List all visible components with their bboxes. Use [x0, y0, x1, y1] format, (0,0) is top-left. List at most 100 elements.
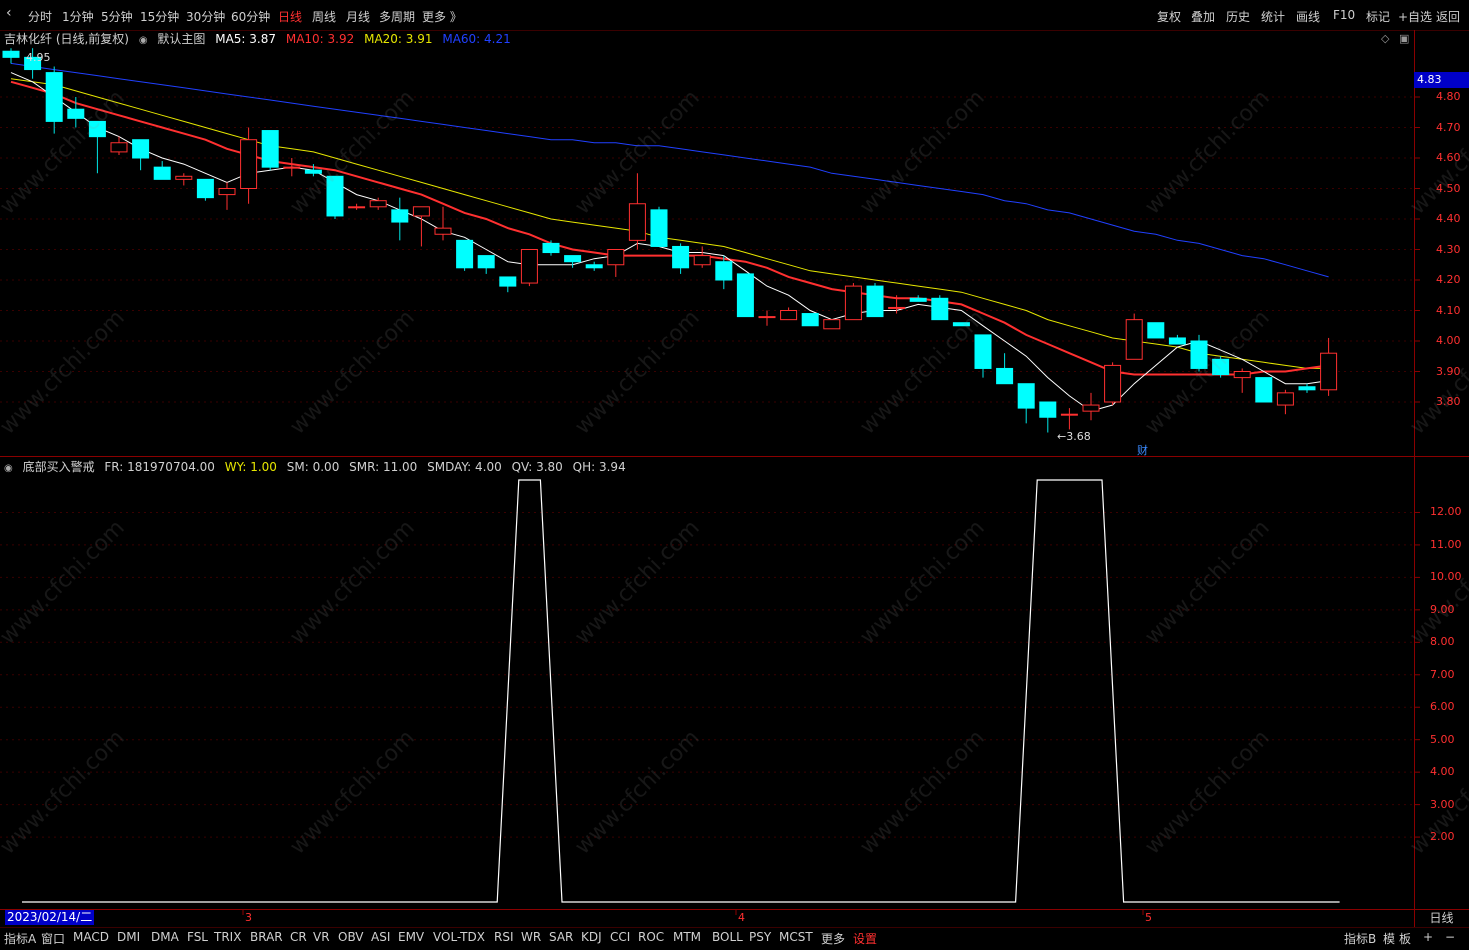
price-axis-label: 4.60 — [1436, 151, 1461, 164]
kline-chart[interactable] — [0, 0, 1469, 949]
indicator-axis-label: 9.00 — [1430, 602, 1455, 616]
bottom-right-control[interactable]: 模 — [1383, 930, 1395, 947]
indicator-sm: SM: 0.00 — [286, 460, 340, 474]
indicator-tab[interactable]: DMA — [151, 930, 179, 944]
candle-body — [369, 200, 387, 208]
indicator-tab[interactable]: ASI — [371, 930, 390, 944]
indicator-tab[interactable]: VOL-TDX — [433, 930, 485, 944]
candle-body — [434, 227, 452, 235]
indicator-tab[interactable]: VR — [313, 930, 330, 944]
price-axis-label: 4.30 — [1436, 242, 1461, 256]
price-axis-label: 3.90 — [1436, 364, 1461, 378]
ma60-value: MA60: 4.21 — [442, 32, 511, 46]
candle-body — [952, 322, 970, 327]
candle-body — [628, 203, 646, 241]
indicator-tab[interactable]: DMI — [117, 930, 140, 944]
candle-body — [1320, 352, 1338, 391]
finance-marker[interactable]: 财 — [1137, 442, 1148, 458]
dot-icon[interactable]: ◉ — [139, 35, 148, 46]
indicator-tab[interactable]: PSY — [749, 930, 771, 944]
bottom-right-control[interactable]: − — [1445, 930, 1455, 944]
price-axis-label: 4.10 — [1436, 303, 1461, 317]
high-annotation: 4.95 — [26, 51, 51, 64]
candle-body — [283, 166, 301, 169]
candle-body — [218, 188, 236, 196]
candle-body — [542, 242, 560, 254]
candle-body — [909, 297, 927, 302]
indicator-tab[interactable]: RSI — [494, 930, 514, 944]
indicator-smday: SMDAY: 4.00 — [427, 460, 502, 474]
stock-title: 吉林化纤 (日线,前复权) — [4, 32, 129, 46]
indicator-name[interactable]: 底部买入警戒 — [23, 460, 95, 474]
indicator-tab[interactable]: WR — [521, 930, 541, 944]
bottom-alert-line — [22, 479, 1340, 903]
indicator-tab[interactable]: OBV — [338, 930, 364, 944]
candle-body — [412, 206, 430, 217]
indicator-tab[interactable]: KDJ — [581, 930, 602, 944]
candle-body — [1017, 383, 1035, 409]
indicator-smr: SMR: 11.00 — [349, 460, 418, 474]
main-chart-header: 吉林化纤 (日线,前复权) ◉ 默认主图 MA5: 3.87 MA10: 3.9… — [4, 30, 517, 46]
indicator-fr: FR: 181970704.00 — [104, 460, 215, 474]
ma5-value: MA5: 3.87 — [215, 32, 277, 46]
candle-body — [693, 255, 711, 266]
indicator-tab[interactable]: 更多 — [821, 930, 845, 947]
bottom-right-control[interactable]: 指标B — [1344, 930, 1376, 947]
price-axis-label: 4.80 — [1436, 90, 1461, 103]
date-tick-apr: 4 — [738, 911, 745, 924]
candle-body — [564, 255, 582, 263]
indicator-tab[interactable]: MTM — [673, 930, 701, 944]
candle-body — [823, 319, 841, 330]
indicator-tab[interactable]: BOLL — [712, 930, 743, 944]
bottom-right-control[interactable]: + — [1423, 930, 1433, 944]
candle-body — [888, 306, 906, 309]
diamond-icon[interactable]: ◇ — [1381, 32, 1389, 45]
candle-body — [196, 178, 214, 199]
ma5-line — [10, 72, 1329, 412]
current-price-tag: 4.83 — [1414, 72, 1469, 88]
price-axis-label: 4.70 — [1436, 120, 1461, 134]
template-name[interactable]: 默认主图 — [157, 32, 205, 46]
indicator-dot-icon[interactable]: ◉ — [4, 463, 13, 474]
candle-body — [175, 175, 193, 180]
indicator-wy: WY: 1.00 — [224, 460, 277, 474]
ma20-value: MA20: 3.91 — [364, 32, 433, 46]
candle-body — [391, 209, 409, 223]
cursor-date: 2023/02/14/二 — [5, 910, 95, 925]
indicator-tab[interactable]: ROC — [638, 930, 664, 944]
candle-body — [585, 264, 603, 269]
indicator-axis-label: 11.00 — [1430, 537, 1462, 551]
date-tick-mar: 3 — [245, 911, 252, 924]
indicator-tab[interactable]: 指标A — [4, 930, 36, 947]
candle-body — [866, 285, 884, 318]
indicator-tabs-bar: 指标A 窗口 MACD DMI DMA FSL TRIX BRAR CR VR OBV ASI EMV V… — [0, 927, 1469, 950]
candle-body — [45, 72, 63, 122]
candle-body — [1233, 371, 1251, 379]
indicator-axis-label: 10.00 — [1430, 570, 1462, 584]
indicator-tab[interactable]: SAR — [549, 930, 573, 944]
indicator-header: ◉ 底部买入警戒 FR: 181970704.00 WY: 1.00 SM: 0… — [4, 458, 632, 474]
indicator-tab[interactable]: BRAR — [250, 930, 283, 944]
candle-body — [499, 276, 517, 287]
indicator-tab[interactable]: MACD — [73, 930, 109, 944]
candle-body — [974, 334, 992, 369]
price-axis-label: 4.50 — [1436, 181, 1461, 195]
candle-body — [304, 169, 322, 174]
bottom-right-control[interactable]: 板 — [1399, 930, 1411, 947]
indicator-tab[interactable]: 设置 — [853, 930, 877, 947]
candle-body — [715, 261, 733, 281]
indicator-tab[interactable]: FSL — [187, 930, 208, 944]
candle-body — [1125, 319, 1143, 360]
candle-body — [758, 316, 776, 319]
candle-body — [67, 108, 85, 119]
period-indicator[interactable]: 日线 — [1414, 909, 1469, 927]
indicator-axis-label: 4.00 — [1430, 765, 1455, 779]
indicator-tab[interactable]: EMV — [398, 930, 424, 944]
indicator-tab[interactable]: TRIX — [214, 930, 241, 944]
indicator-tab[interactable]: CCI — [610, 930, 630, 944]
indicator-tab[interactable]: MCST — [779, 930, 813, 944]
price-axis-label: 4.20 — [1436, 273, 1461, 286]
indicator-tab[interactable]: 窗口 — [41, 930, 65, 947]
indicator-tab[interactable]: CR — [290, 930, 307, 944]
window-icon[interactable]: ▣ — [1399, 32, 1409, 45]
